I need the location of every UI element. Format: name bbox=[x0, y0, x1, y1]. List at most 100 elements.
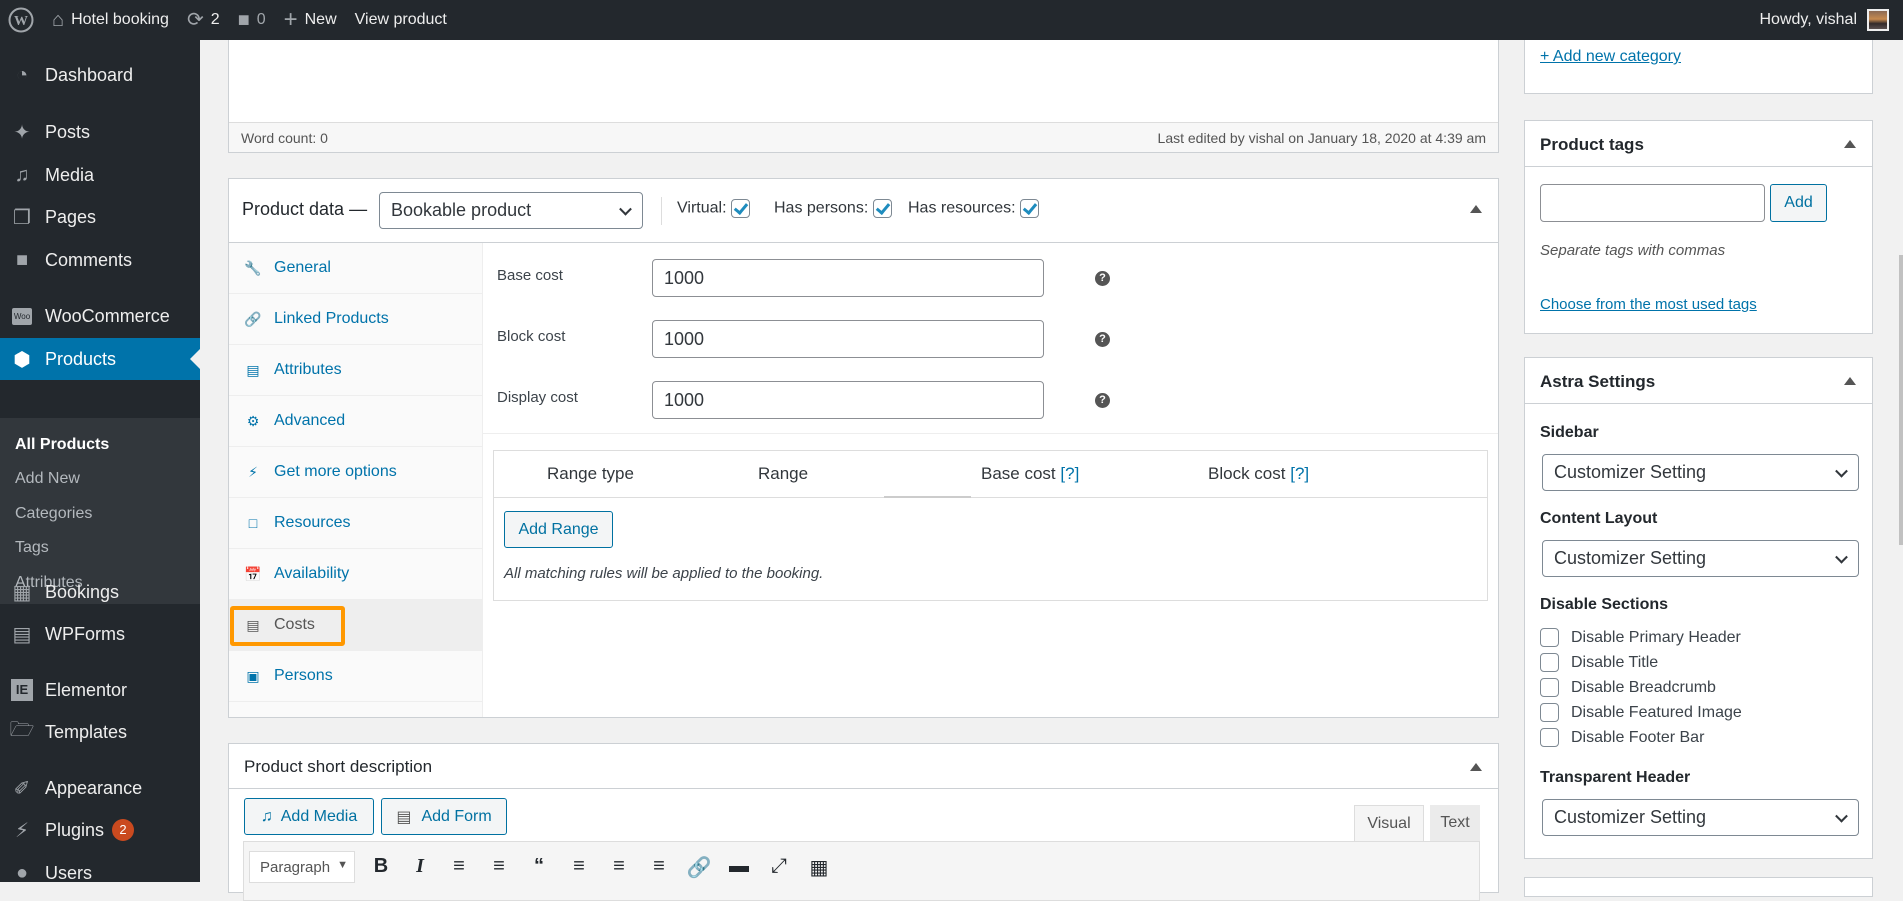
tab-linked-products[interactable]: 🔗 Linked Products bbox=[229, 294, 483, 345]
wp-logo-button[interactable]: W bbox=[0, 0, 43, 40]
content-layout-select[interactable]: Customizer Setting bbox=[1542, 540, 1859, 577]
base-cost-input[interactable]: 1000 bbox=[652, 259, 1044, 297]
help-link[interactable]: [?] bbox=[1290, 464, 1309, 483]
user-icon: ● bbox=[15, 861, 29, 884]
read-more-icon[interactable]: ▬ bbox=[726, 855, 752, 878]
bold-icon[interactable]: B bbox=[368, 855, 394, 878]
admin-bar: W ⌂ Hotel booking ⟳ 2 ■ 0 + New View pro… bbox=[0, 0, 1903, 40]
toolbar-toggle-icon[interactable]: ▦ bbox=[806, 855, 832, 880]
view-product-link[interactable]: View product bbox=[346, 0, 456, 40]
new-content-link[interactable]: + New bbox=[275, 0, 346, 40]
submenu-add-new[interactable]: Add New bbox=[15, 470, 80, 488]
menu-item-bookings[interactable]: ▦ Bookings bbox=[0, 574, 200, 610]
format-select[interactable]: Paragraph ▼ bbox=[249, 851, 355, 883]
tab-resources[interactable]: □ Resources bbox=[229, 498, 483, 549]
scrollbar-thumb[interactable] bbox=[1899, 255, 1903, 545]
add-new-category-link[interactable]: + Add new category bbox=[1540, 48, 1681, 66]
collapse-toggle-icon[interactable] bbox=[1844, 377, 1856, 385]
has-persons-checkbox[interactable] bbox=[872, 199, 892, 218]
tab-get-more-options[interactable]: ⚡ Get more options bbox=[229, 447, 483, 498]
disable-footer-bar-option[interactable]: Disable Footer Bar bbox=[1540, 728, 1704, 747]
virtual-checkbox[interactable] bbox=[730, 199, 750, 218]
updates-link[interactable]: ⟳ 2 bbox=[178, 0, 229, 40]
chevron-down-icon bbox=[1835, 550, 1848, 564]
italic-icon[interactable]: I bbox=[407, 855, 433, 878]
menu-item-appearance[interactable]: ✐ Appearance bbox=[0, 770, 200, 806]
tab-advanced[interactable]: ⚙ Advanced bbox=[229, 396, 483, 447]
brush-icon: ✐ bbox=[13, 777, 31, 800]
add-range-button[interactable]: Add Range bbox=[504, 511, 613, 548]
menu-item-dashboard[interactable]: ◔ Dashboard bbox=[0, 57, 200, 93]
disable-featured-image-option[interactable]: Disable Featured Image bbox=[1540, 703, 1742, 722]
disable-breadcrumb-option[interactable]: Disable Breadcrumb bbox=[1540, 678, 1716, 697]
divider bbox=[661, 197, 662, 225]
has-resources-checkbox[interactable] bbox=[1020, 199, 1040, 218]
collapse-toggle-icon[interactable] bbox=[1470, 763, 1482, 771]
link-icon[interactable]: 🔗 bbox=[686, 855, 712, 880]
menu-item-posts[interactable]: ✦ Posts bbox=[0, 114, 200, 150]
disable-primary-header-option[interactable]: Disable Primary Header bbox=[1540, 628, 1741, 647]
astra-settings-title: Astra Settings bbox=[1540, 372, 1656, 391]
menu-item-products[interactable]: ⬢ Products bbox=[0, 338, 200, 380]
menu-item-plugins[interactable]: ⚡ Plugins 2 bbox=[0, 812, 200, 848]
product-data-title: Product data — bbox=[242, 199, 368, 219]
product-type-select[interactable]: Bookable product bbox=[379, 192, 643, 229]
comments-link[interactable]: ■ 0 bbox=[229, 0, 275, 40]
tag-input[interactable] bbox=[1540, 184, 1765, 222]
disable-title-option[interactable]: Disable Title bbox=[1540, 653, 1658, 672]
fullscreen-icon[interactable]: ⤢ bbox=[766, 855, 792, 878]
add-form-button[interactable]: ▤ Add Form bbox=[381, 798, 507, 835]
virtual-option[interactable]: Virtual: bbox=[677, 199, 750, 218]
site-name-link[interactable]: ⌂ Hotel booking bbox=[43, 0, 178, 40]
menu-item-elementor[interactable]: IE Elementor bbox=[0, 672, 200, 708]
submenu-categories[interactable]: Categories bbox=[15, 505, 92, 523]
align-center-icon[interactable]: ≡ bbox=[606, 855, 632, 878]
help-icon[interactable]: ? bbox=[1095, 271, 1110, 286]
numbered-list-icon[interactable]: ≡ bbox=[486, 855, 512, 878]
add-media-button[interactable]: ♫ Add Media bbox=[244, 798, 374, 835]
tab-attributes[interactable]: ▤ Attributes bbox=[229, 345, 483, 396]
my-account-link[interactable]: Howdy, vishal bbox=[1750, 0, 1903, 40]
menu-item-comments[interactable]: ■ Comments bbox=[0, 242, 200, 278]
block-cost-input[interactable]: 1000 bbox=[652, 320, 1044, 358]
menu-item-pages[interactable]: ❐ Pages bbox=[0, 199, 200, 235]
range-table: Range type Range Base cost [?] Block cos… bbox=[493, 450, 1488, 601]
display-cost-input[interactable]: 1000 bbox=[652, 381, 1044, 419]
help-icon[interactable]: ? bbox=[1095, 393, 1110, 408]
sidebar-select[interactable]: Customizer Setting bbox=[1542, 454, 1859, 491]
menu-item-media[interactable]: ♫ Media bbox=[0, 157, 200, 193]
tab-persons[interactable]: ▣ Persons bbox=[229, 651, 483, 702]
checkbox[interactable] bbox=[1540, 728, 1559, 747]
collapse-toggle-icon[interactable] bbox=[1470, 205, 1482, 213]
checkbox[interactable] bbox=[1540, 653, 1559, 672]
tab-visual[interactable]: Visual bbox=[1354, 805, 1424, 841]
tab-text[interactable]: Text bbox=[1430, 805, 1480, 841]
choose-most-used-tags-link[interactable]: Choose from the most used tags bbox=[1540, 296, 1757, 313]
blockquote-icon[interactable]: “ bbox=[526, 855, 552, 878]
tab-costs[interactable]: ▤ Costs bbox=[229, 600, 483, 651]
tab-general[interactable]: 🔧 General bbox=[229, 243, 483, 294]
help-link[interactable]: [?] bbox=[1060, 464, 1079, 483]
woo-icon: Woo bbox=[10, 304, 34, 328]
menu-item-woocommerce[interactable]: Woo WooCommerce bbox=[0, 298, 200, 334]
help-icon[interactable]: ? bbox=[1095, 332, 1110, 347]
submenu-tags[interactable]: Tags bbox=[15, 539, 49, 557]
collapse-toggle-icon[interactable] bbox=[1844, 140, 1856, 148]
has-resources-option[interactable]: Has resources: bbox=[908, 199, 1040, 218]
editor-status-bar: Word count: 0 Last edited by vishal on J… bbox=[229, 122, 1498, 152]
submenu-all-products[interactable]: All Products bbox=[15, 436, 109, 454]
checkbox[interactable] bbox=[1540, 678, 1559, 697]
tab-availability[interactable]: 📅 Availability bbox=[229, 549, 483, 600]
editor-area[interactable]: Word count: 0 Last edited by vishal on J… bbox=[228, 40, 1499, 153]
menu-item-templates[interactable]: 🗁 Templates bbox=[0, 714, 200, 750]
has-persons-option[interactable]: Has persons: bbox=[774, 199, 892, 218]
menu-item-wpforms[interactable]: ▤ WPForms bbox=[0, 616, 200, 652]
add-tag-button[interactable]: Add bbox=[1770, 184, 1827, 222]
transparent-header-select[interactable]: Customizer Setting bbox=[1542, 799, 1859, 836]
align-right-icon[interactable]: ≡ bbox=[646, 855, 672, 878]
align-left-icon[interactable]: ≡ bbox=[566, 855, 592, 878]
menu-item-users[interactable]: ● Users bbox=[0, 855, 200, 891]
bullet-list-icon[interactable]: ≡ bbox=[446, 855, 472, 878]
checkbox[interactable] bbox=[1540, 628, 1559, 647]
checkbox[interactable] bbox=[1540, 703, 1559, 722]
